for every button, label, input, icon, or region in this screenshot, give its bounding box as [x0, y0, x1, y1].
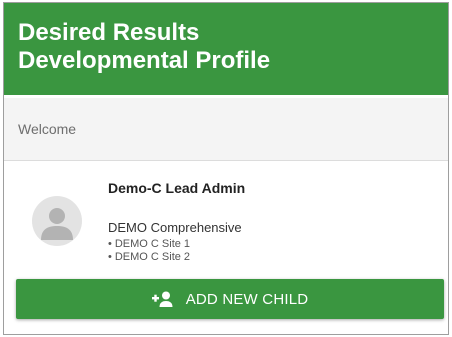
- avatar: [32, 196, 82, 246]
- add-new-child-button[interactable]: ADD NEW CHILD: [16, 279, 444, 319]
- user-silhouette-icon: [41, 208, 73, 240]
- person-add-icon: [151, 291, 174, 307]
- welcome-label: Welcome: [18, 121, 77, 137]
- site-list-item: DEMO C Site 2: [108, 251, 190, 264]
- organization-name: DEMO Comprehensive: [108, 220, 242, 235]
- site-list: DEMO C Site 1 DEMO C Site 2: [108, 238, 190, 264]
- app-header: Desired Results Developmental Profile: [4, 3, 448, 95]
- add-new-child-label: ADD NEW CHILD: [185, 290, 309, 308]
- user-name: Demo-C Lead Admin: [108, 180, 246, 196]
- user-profile-panel: Demo-C Lead Admin DEMO Comprehensive DEM…: [4, 162, 448, 274]
- site-list-item: DEMO C Site 1: [108, 238, 190, 251]
- app-title: Desired Results Developmental Profile: [18, 19, 271, 74]
- welcome-bar: Welcome: [4, 98, 448, 161]
